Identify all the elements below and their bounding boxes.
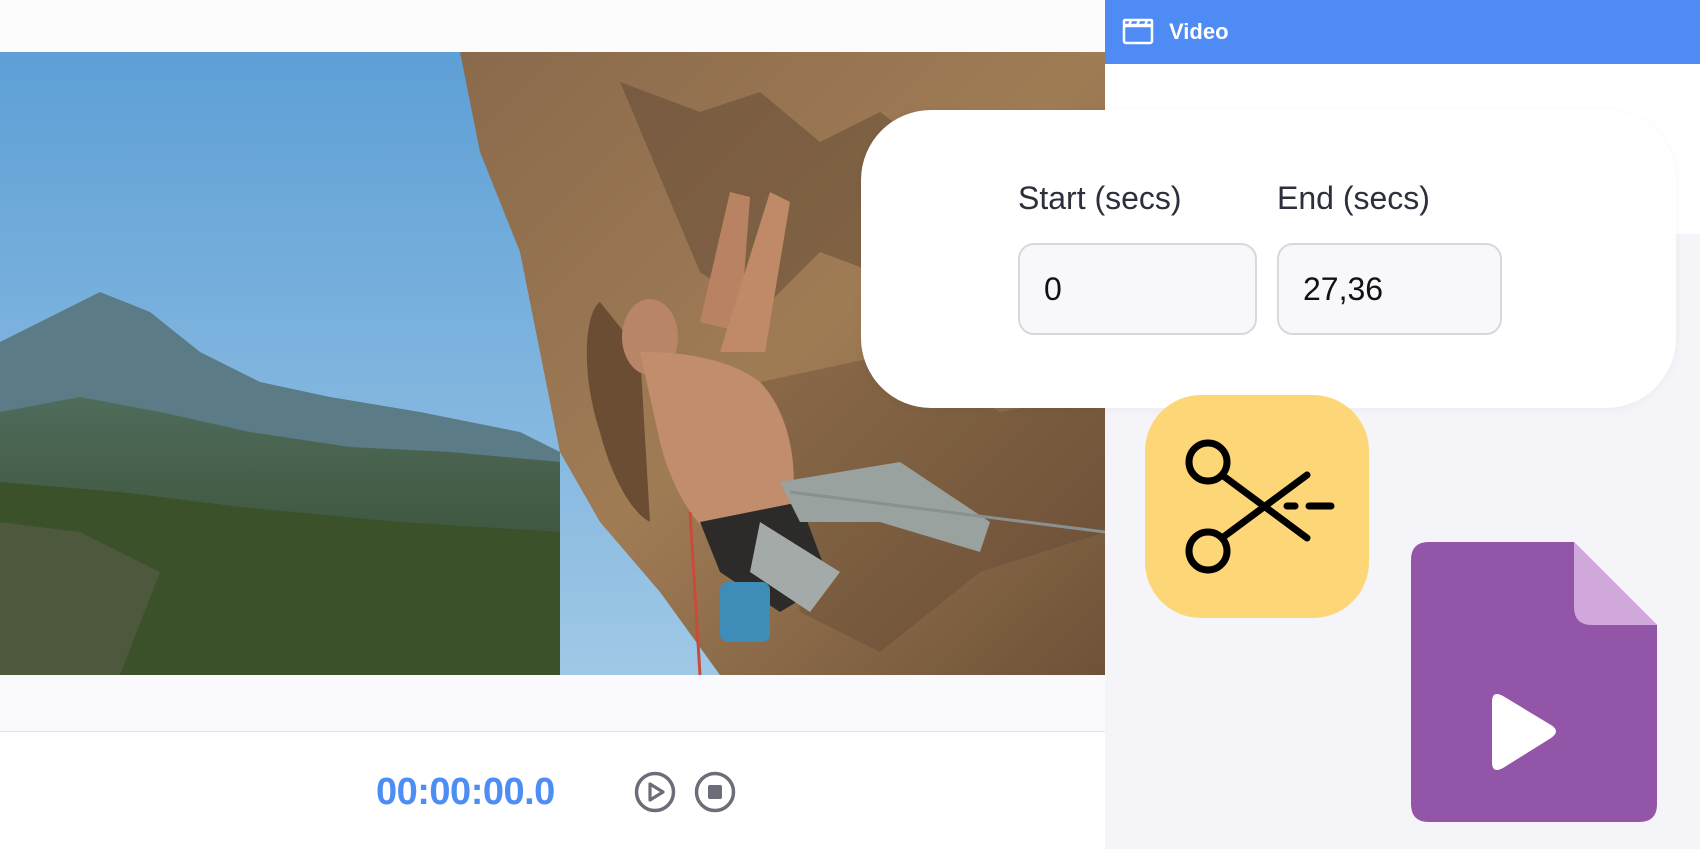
stop-circle-icon <box>694 771 736 813</box>
clapperboard-icon <box>1122 17 1154 45</box>
trim-card <box>861 110 1676 408</box>
scissors-tile <box>1145 395 1369 618</box>
end-label: End (secs) <box>1277 180 1430 216</box>
top-strip <box>0 0 1105 52</box>
header-title: Video <box>1169 19 1229 44</box>
start-label: Start (secs) <box>1018 180 1182 216</box>
timeline-area <box>0 675 1105 732</box>
play-button[interactable] <box>634 771 676 813</box>
scissors-icon <box>1185 439 1335 574</box>
start-seconds-input[interactable] <box>1018 243 1257 335</box>
stop-button[interactable] <box>694 771 736 813</box>
video-file-icon <box>1411 542 1657 822</box>
play-circle-icon <box>634 771 676 813</box>
video-header: Video <box>1105 0 1700 64</box>
end-seconds-input[interactable] <box>1277 243 1502 335</box>
timecode-display: 00:00:00.0 <box>376 771 555 813</box>
